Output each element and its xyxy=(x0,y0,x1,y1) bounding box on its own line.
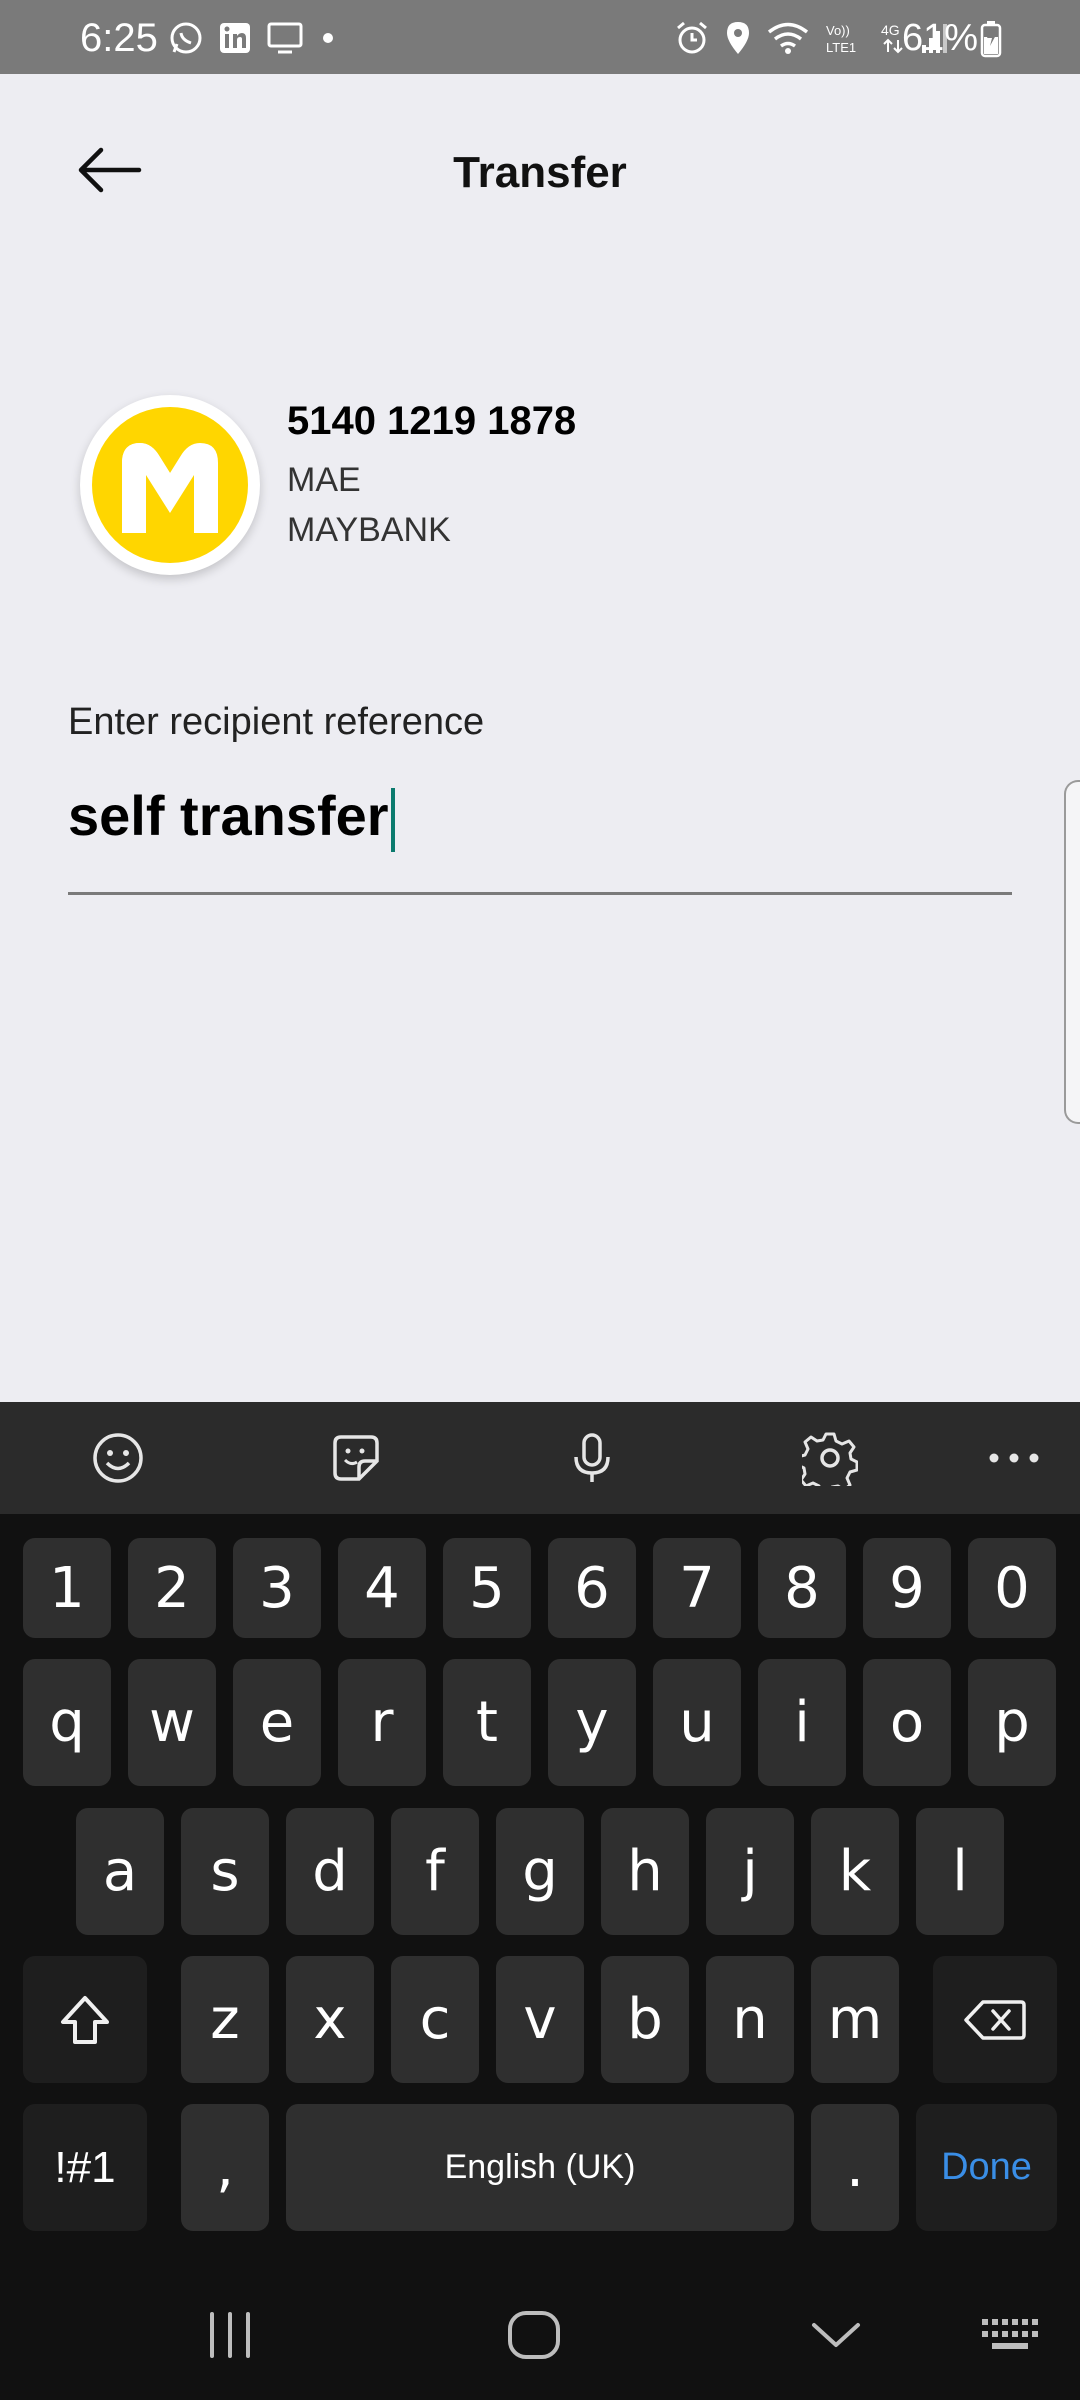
home-icon xyxy=(508,2311,560,2359)
keyboard-toolbar xyxy=(0,1402,1080,1514)
period-key[interactable]: . xyxy=(811,2104,899,2231)
key-w[interactable]: w xyxy=(128,1659,216,1786)
back-chevron-icon xyxy=(812,2323,860,2347)
account-type: MAE xyxy=(287,461,361,499)
alarm-icon xyxy=(674,20,710,56)
bank-logo xyxy=(80,395,260,575)
wifi-icon xyxy=(766,20,810,56)
edge-panel-handle[interactable] xyxy=(1064,780,1080,1124)
svg-text:LTE1: LTE1 xyxy=(826,40,856,55)
key-k[interactable]: k xyxy=(811,1808,899,1935)
svg-text:4G: 4G xyxy=(881,22,900,38)
maybank-logo-icon xyxy=(92,407,248,563)
keyboard-settings-button[interactable] xyxy=(798,1426,862,1490)
key-1[interactable]: 1 xyxy=(23,1538,111,1638)
key-g[interactable]: g xyxy=(496,1808,584,1935)
space-key[interactable]: English (UK) xyxy=(286,2104,794,2231)
reference-input-value: self transfer xyxy=(68,784,389,847)
key-t[interactable]: t xyxy=(443,1659,531,1786)
key-2[interactable]: 2 xyxy=(128,1538,216,1638)
account-number: 5140 1219 1878 xyxy=(287,399,577,443)
svg-text:Vo)): Vo)) xyxy=(826,23,850,38)
linkedin-icon xyxy=(218,21,252,55)
page-title: Transfer xyxy=(453,148,627,197)
bank-name: MAYBANK xyxy=(287,511,451,549)
cast-icon xyxy=(266,21,304,55)
shift-key[interactable] xyxy=(23,1956,147,2083)
key-5[interactable]: 5 xyxy=(443,1538,531,1638)
whatsapp-icon xyxy=(168,20,204,56)
text-caret xyxy=(390,788,395,853)
notification-icons xyxy=(168,20,338,56)
key-a[interactable]: a xyxy=(76,1808,164,1935)
key-3[interactable]: 3 xyxy=(233,1538,321,1638)
status-bar: 6:25 Vo)) LTE1 4G 61% xyxy=(0,0,1080,74)
key-b[interactable]: b xyxy=(601,1956,689,2083)
recent-apps-button[interactable] xyxy=(190,2300,270,2370)
key-6[interactable]: 6 xyxy=(548,1538,636,1638)
key-s[interactable]: s xyxy=(181,1808,269,1935)
done-key[interactable]: Done xyxy=(916,2104,1057,2231)
keyboard-switch-button[interactable] xyxy=(970,2300,1050,2370)
key-q[interactable]: q xyxy=(23,1659,111,1786)
key-y[interactable]: y xyxy=(548,1659,636,1786)
location-icon xyxy=(724,20,752,56)
backspace-key[interactable] xyxy=(933,1956,1057,2083)
key-r[interactable]: r xyxy=(338,1659,426,1786)
volte-icon: Vo)) LTE1 xyxy=(824,20,866,56)
keyboard-icon xyxy=(982,2319,1038,2349)
key-8[interactable]: 8 xyxy=(758,1538,846,1638)
battery-icon xyxy=(980,20,1002,58)
key-m[interactable]: m xyxy=(811,1956,899,2083)
key-p[interactable]: p xyxy=(968,1659,1056,1786)
hide-keyboard-button[interactable] xyxy=(796,2300,876,2370)
backspace-icon xyxy=(964,1999,1026,2040)
key-v[interactable]: v xyxy=(496,1956,584,2083)
key-j[interactable]: j xyxy=(706,1808,794,1935)
emoji-icon xyxy=(93,1433,143,1483)
comma-key[interactable]: , xyxy=(181,2104,269,2231)
microphone-icon xyxy=(574,1433,610,1482)
reference-input[interactable]: self transfer xyxy=(68,780,1012,853)
key-4[interactable]: 4 xyxy=(338,1538,426,1638)
status-time: 6:25 xyxy=(80,16,158,60)
symbols-key[interactable]: !#1 xyxy=(23,2104,147,2231)
more-icon xyxy=(989,1453,1039,1463)
settings-icon xyxy=(802,1432,858,1486)
voice-input-button[interactable] xyxy=(560,1426,624,1490)
key-i[interactable]: i xyxy=(758,1659,846,1786)
key-e[interactable]: e xyxy=(233,1659,321,1786)
key-z[interactable]: z xyxy=(181,1956,269,2083)
key-x[interactable]: x xyxy=(286,1956,374,2083)
key-h[interactable]: h xyxy=(601,1808,689,1935)
key-o[interactable]: o xyxy=(863,1659,951,1786)
sticker-icon xyxy=(333,1435,379,1481)
key-n[interactable]: n xyxy=(706,1956,794,2083)
key-9[interactable]: 9 xyxy=(863,1538,951,1638)
key-7[interactable]: 7 xyxy=(653,1538,741,1638)
reference-label: Enter recipient reference xyxy=(68,701,485,743)
home-button[interactable] xyxy=(494,2300,574,2370)
shift-arrow-icon xyxy=(61,1995,109,2044)
key-c[interactable]: c xyxy=(391,1956,479,2083)
emoji-button[interactable] xyxy=(86,1426,150,1490)
recent-apps-icon xyxy=(210,2312,250,2358)
dot-icon xyxy=(318,21,338,55)
key-u[interactable]: u xyxy=(653,1659,741,1786)
battery-percent: 61% xyxy=(902,17,979,59)
sticker-button[interactable] xyxy=(324,1426,388,1490)
input-underline xyxy=(68,892,1012,895)
key-0[interactable]: 0 xyxy=(968,1538,1056,1638)
key-d[interactable]: d xyxy=(286,1808,374,1935)
key-l[interactable]: l xyxy=(916,1808,1004,1935)
key-f[interactable]: f xyxy=(391,1808,479,1935)
more-options-button[interactable] xyxy=(982,1426,1046,1490)
